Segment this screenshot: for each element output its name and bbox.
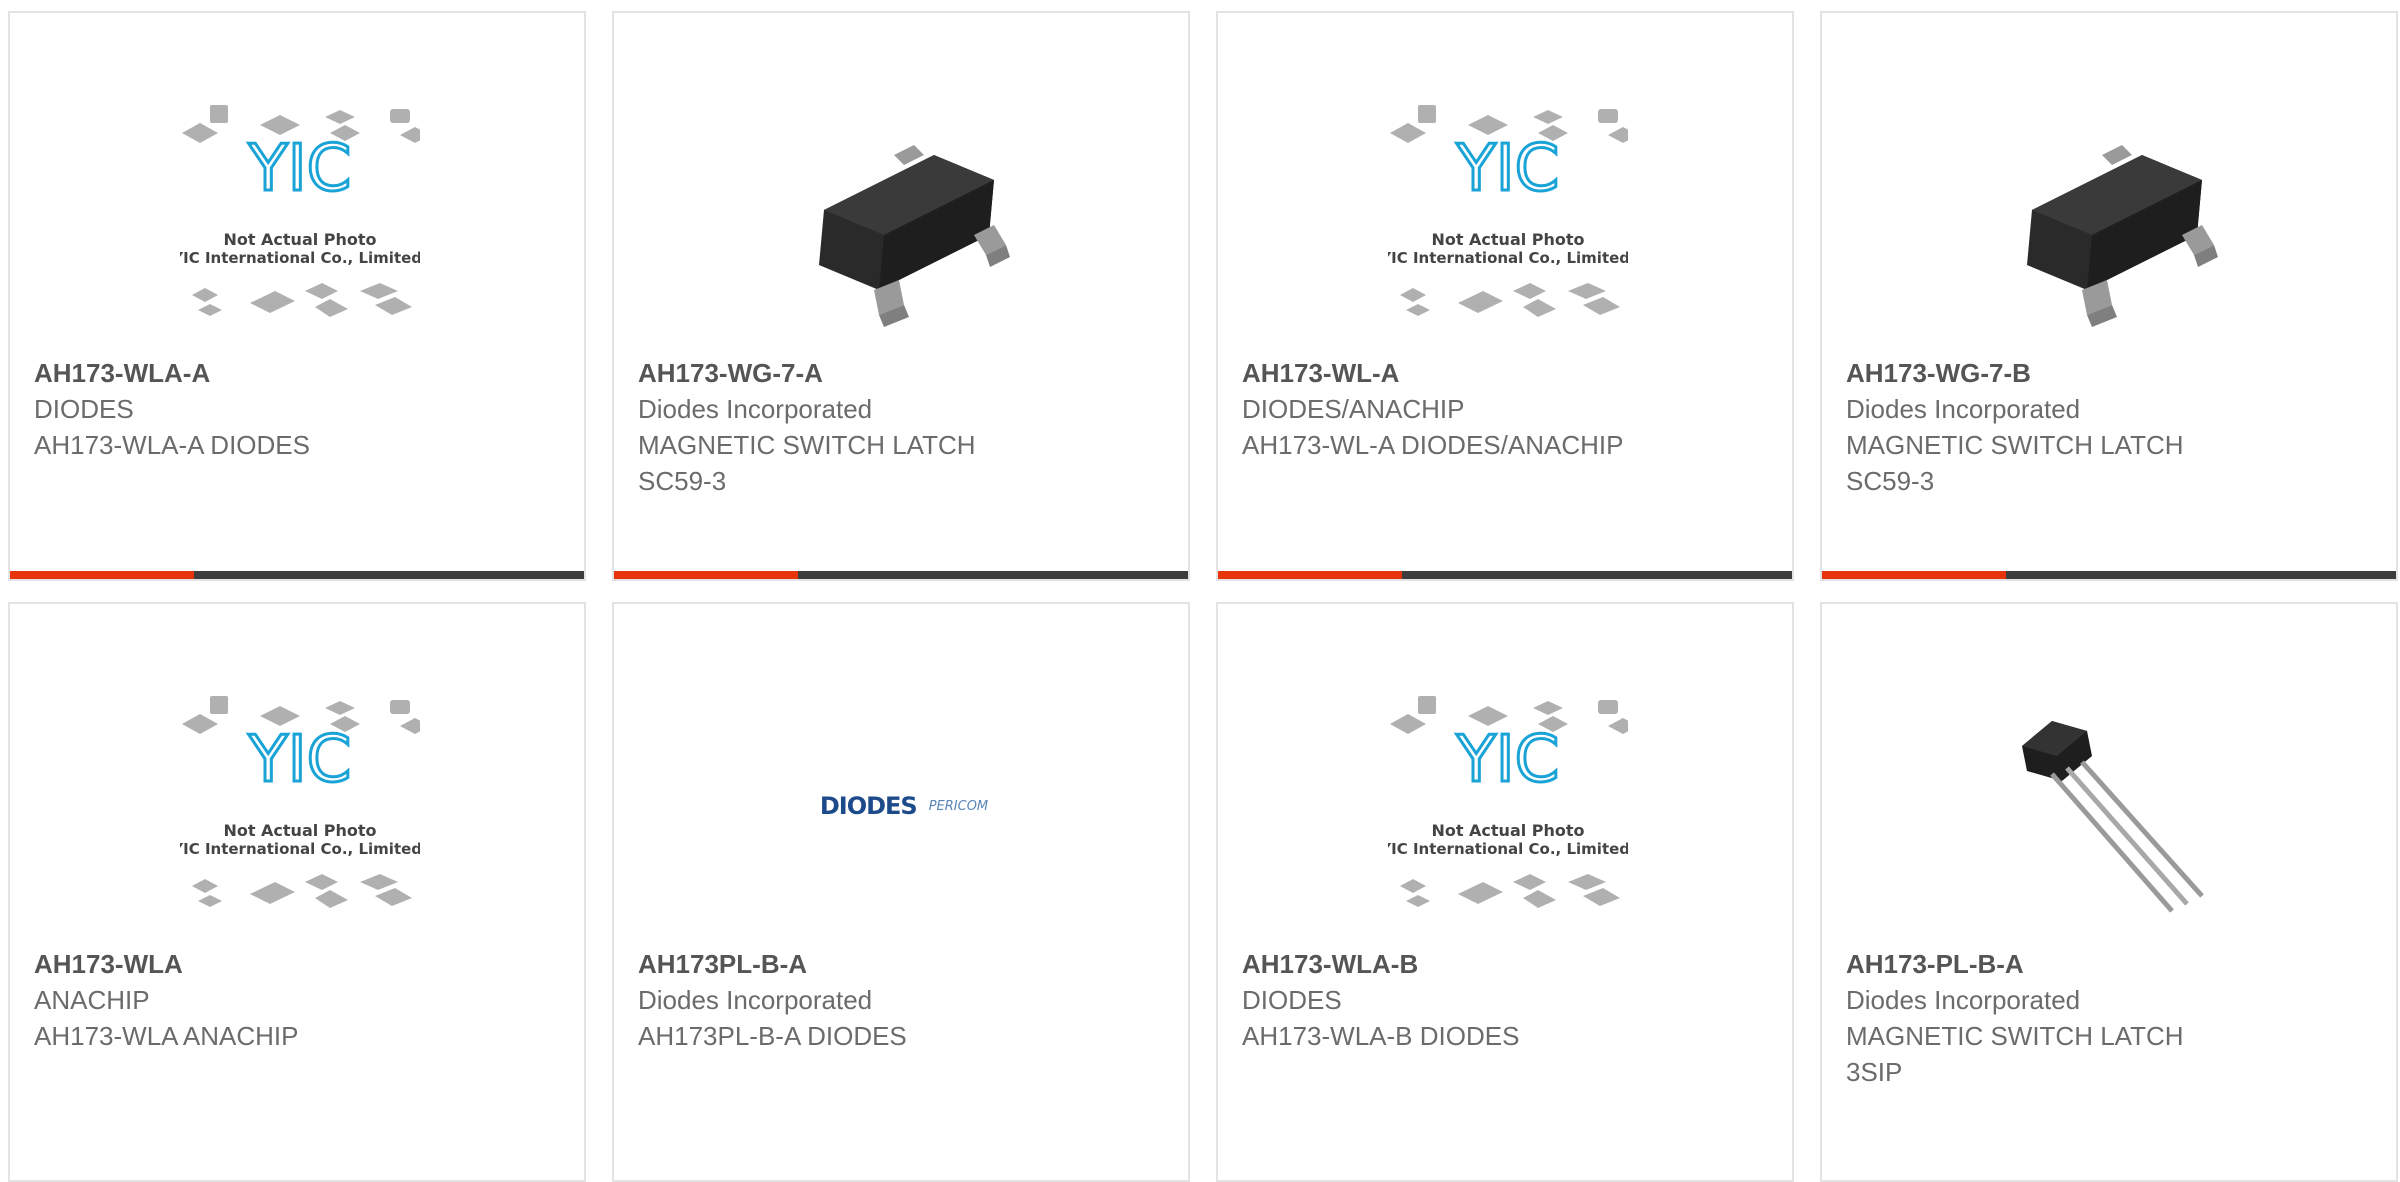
manufacturer: DIODES — [34, 394, 134, 424]
description-line: AH173-WLA ANACHIP — [34, 1021, 299, 1051]
product-info: AH173-WG-7-B Diodes Incorporated MAGNETI… — [1846, 355, 2376, 499]
product-info: AH173-WL-A DIODES/ANACHIP AH173-WL-A DIO… — [1242, 355, 1772, 463]
svg-text:YIC International Co., Limited: YIC International Co., Limited. — [180, 840, 420, 858]
svg-text:Not Actual Photo: Not Actual Photo — [223, 230, 376, 249]
svg-text:Not Actual Photo: Not Actual Photo — [1431, 821, 1584, 840]
part-number-link[interactable]: AH173-WLA — [34, 946, 564, 982]
yic-logo-text: YIC — [248, 723, 352, 797]
manufacturer: Diodes Incorporated — [1846, 394, 2081, 424]
part-number-link[interactable]: AH173-WL-A — [1242, 355, 1772, 391]
manufacturer: DIODES — [1242, 985, 1342, 1015]
product-info: AH173-WG-7-A Diodes Incorporated MAGNETI… — [638, 355, 1168, 499]
yic-placeholder-icon[interactable]: YIC Not Actual Photo YIC International C… — [180, 686, 420, 936]
diodes-pericom-logo[interactable]: DIODES PERICOM — [784, 686, 1024, 936]
manufacturer: Diodes Incorporated — [1846, 985, 2081, 1015]
yic-placeholder-icon[interactable]: YIC Not Actual Photo YIC International C… — [180, 95, 420, 345]
description-line: AH173-WLA-B DIODES — [1242, 1021, 1520, 1051]
part-number-link[interactable]: AH173-PL-B-A — [1846, 946, 2376, 982]
sot23-chip-icon[interactable] — [784, 95, 1024, 345]
part-number-link[interactable]: AH173PL-B-A — [638, 946, 1168, 982]
yic-logo-text: YIC — [1456, 723, 1560, 797]
svg-text:Not Actual Photo: Not Actual Photo — [1431, 230, 1584, 249]
product-card[interactable]: DIODES PERICOM AH173PL-B-A Diodes Incorp… — [612, 602, 1190, 1182]
progress-fill — [10, 571, 194, 579]
description-line: MAGNETIC SWITCH LATCH — [1846, 1021, 2184, 1051]
product-card[interactable]: YIC Not Actual Photo YIC International C… — [1216, 602, 1794, 1182]
part-number-link[interactable]: AH173-WLA-B — [1242, 946, 1772, 982]
description-line: AH173-WL-A DIODES/ANACHIP — [1242, 430, 1624, 460]
brand-logos: DIODES PERICOM — [784, 776, 1024, 836]
product-info: AH173PL-B-A Diodes Incorporated AH173PL-… — [638, 946, 1168, 1054]
description-line: SC59-3 — [638, 466, 727, 496]
product-info: AH173-PL-B-A Diodes Incorporated MAGNETI… — [1846, 946, 2376, 1090]
to92-sip-icon[interactable] — [1992, 686, 2232, 936]
sot23-chip-icon[interactable] — [1992, 95, 2232, 345]
product-info: AH173-WLA-B DIODES AH173-WLA-B DIODES — [1242, 946, 1772, 1054]
progress-fill — [1822, 571, 2006, 579]
svg-text:Not Actual Photo: Not Actual Photo — [223, 821, 376, 840]
description-line: SC59-3 — [1846, 466, 1935, 496]
product-card[interactable]: AH173-PL-B-A Diodes Incorporated MAGNETI… — [1820, 602, 2398, 1182]
svg-text:YIC International Co., Limited: YIC International Co., Limited. — [180, 249, 420, 267]
description-line: MAGNETIC SWITCH LATCH — [638, 430, 976, 460]
progress-fill — [614, 571, 798, 579]
description-line: AH173PL-B-A DIODES — [638, 1021, 907, 1051]
description-line: AH173-WLA-A DIODES — [34, 430, 310, 460]
yic-logo-text: YIC — [248, 132, 352, 206]
yic-placeholder-icon[interactable]: YIC Not Actual Photo YIC International C… — [1388, 95, 1628, 345]
progress-fill — [1218, 571, 1402, 579]
yic-logo-text: YIC — [1456, 132, 1560, 206]
product-info: AH173-WLA ANACHIP AH173-WLA ANACHIP — [34, 946, 564, 1054]
manufacturer: Diodes Incorporated — [638, 985, 873, 1015]
part-number-link[interactable]: AH173-WG-7-A — [638, 355, 1168, 391]
product-card[interactable]: AH173-WG-7-A Diodes Incorporated MAGNETI… — [612, 11, 1190, 581]
manufacturer: ANACHIP — [34, 985, 150, 1015]
product-card[interactable]: YIC Not Actual Photo YIC International C… — [8, 11, 586, 581]
svg-text:YIC International Co., Limited: YIC International Co., Limited. — [1388, 249, 1628, 267]
part-number-link[interactable]: AH173-WLA-A — [34, 355, 564, 391]
product-info: AH173-WLA-A DIODES AH173-WLA-A DIODES — [34, 355, 564, 463]
product-card[interactable]: YIC Not Actual Photo YIC International C… — [8, 602, 586, 1182]
manufacturer: Diodes Incorporated — [638, 394, 873, 424]
progress-bar — [10, 571, 584, 579]
product-grid: YIC Not Actual Photo YIC International C… — [0, 0, 2400, 1182]
part-number-link[interactable]: AH173-WG-7-B — [1846, 355, 2376, 391]
description-line: MAGNETIC SWITCH LATCH — [1846, 430, 2184, 460]
description-line: 3SIP — [1846, 1057, 1903, 1087]
diodes-logo: DIODES — [819, 792, 918, 820]
pericom-logo: PERICOM — [928, 798, 989, 814]
product-card[interactable]: AH173-WG-7-B Diodes Incorporated MAGNETI… — [1820, 11, 2398, 581]
manufacturer: DIODES/ANACHIP — [1242, 394, 1465, 424]
yic-placeholder-icon[interactable]: YIC Not Actual Photo YIC International C… — [1388, 686, 1628, 936]
product-card[interactable]: YIC Not Actual Photo YIC International C… — [1216, 11, 1794, 581]
progress-bar — [614, 571, 1188, 579]
progress-bar — [1218, 571, 1792, 579]
svg-text:YIC International Co., Limited: YIC International Co., Limited. — [1388, 840, 1628, 858]
progress-bar — [1822, 571, 2396, 579]
